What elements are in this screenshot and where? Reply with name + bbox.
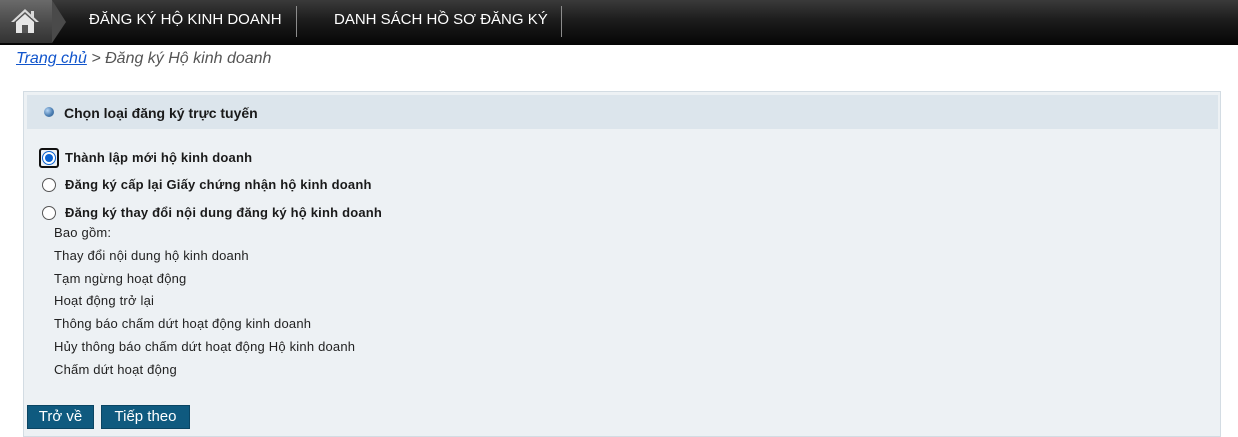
radio-reissue-certificate[interactable] xyxy=(42,178,56,192)
option-label: Thành lập mới hộ kinh doanh xyxy=(65,150,253,165)
top-navigation-bar: ĐĂNG KÝ HỘ KINH DOANH DANH SÁCH HỒ SƠ ĐĂ… xyxy=(0,0,1238,45)
back-button[interactable]: Trở về xyxy=(27,405,94,429)
includes-label: Bao gồm: xyxy=(54,225,112,240)
includes-item: Chấm dứt hoạt động xyxy=(54,362,177,377)
includes-item: Hoạt động trở lại xyxy=(54,293,155,308)
next-button[interactable]: Tiếp theo xyxy=(101,405,190,429)
includes-item: Hủy thông báo chấm dứt hoạt động Hộ kinh… xyxy=(54,339,356,354)
nav-item-registration-list[interactable]: DANH SÁCH HỒ SƠ ĐĂNG KÝ xyxy=(334,0,548,43)
breadcrumb-separator: > xyxy=(91,50,101,67)
radio-new-establishment[interactable] xyxy=(42,151,56,165)
breadcrumb-current: Đăng ký Hộ kinh doanh xyxy=(105,50,272,67)
registration-type-panel: Chọn loại đăng ký trực tuyến Thành lập m… xyxy=(23,91,1221,437)
nav-separator xyxy=(561,6,562,37)
home-arrow-decoration xyxy=(52,0,66,43)
breadcrumb: Trang chủ > Đăng ký Hộ kinh doanh xyxy=(16,50,271,68)
nav-separator xyxy=(296,6,297,37)
breadcrumb-home-link[interactable]: Trang chủ xyxy=(16,50,87,67)
option-label: Đăng ký thay đổi nội dung đăng ký hộ kin… xyxy=(65,205,383,220)
option-label: Đăng ký cấp lại Giấy chứng nhận hộ kinh … xyxy=(65,177,372,192)
home-button[interactable] xyxy=(0,0,52,43)
includes-item: Thay đổi nội dung hộ kinh doanh xyxy=(54,248,249,263)
panel-title: Chọn loại đăng ký trực tuyến xyxy=(64,105,258,121)
includes-item: Tạm ngừng hoạt động xyxy=(54,271,187,286)
panel-header: Chọn loại đăng ký trực tuyến xyxy=(27,95,1218,129)
includes-item: Thông báo chấm dứt hoạt động kinh doanh xyxy=(54,316,312,331)
bullet-icon xyxy=(44,107,54,117)
nav-item-register-business[interactable]: ĐĂNG KÝ HỘ KINH DOANH xyxy=(89,0,282,43)
radio-change-content[interactable] xyxy=(42,206,56,220)
home-icon xyxy=(11,9,39,33)
